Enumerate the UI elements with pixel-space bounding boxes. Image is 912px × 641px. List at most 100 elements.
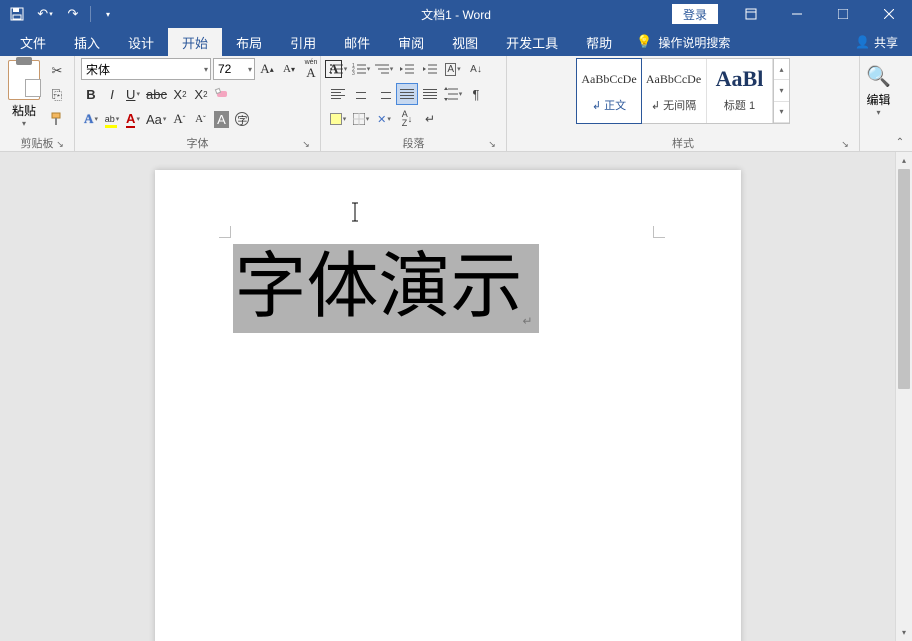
grow-font-button[interactable]: A▴: [257, 58, 277, 80]
tab-help[interactable]: 帮助: [572, 28, 626, 56]
scroll-up-button[interactable]: ▴: [896, 152, 912, 169]
paragraph-marks-button[interactable]: ↵: [419, 108, 441, 130]
margin-corner-tr: [653, 226, 665, 238]
collapse-ribbon-button[interactable]: ⌃: [892, 135, 908, 149]
style-name-normal: ↲ 正文: [577, 97, 641, 113]
sort-button[interactable]: A↓: [465, 58, 487, 80]
bold-button[interactable]: B: [81, 83, 101, 105]
copy-button[interactable]: ⎘: [46, 84, 68, 106]
redo-button[interactable]: ↷: [60, 2, 86, 26]
ribbon-display-button[interactable]: [728, 0, 774, 28]
tab-layout[interactable]: 布局: [222, 28, 276, 56]
font-name-combo[interactable]: 宋体▾: [81, 58, 211, 80]
snap-to-grid-button[interactable]: ✕▾: [373, 108, 395, 130]
minimize-button[interactable]: [774, 0, 820, 28]
shrink-font-a-button[interactable]: Aˇ: [190, 108, 210, 130]
find-button[interactable]: 🔍 编辑 ▾: [866, 58, 891, 117]
phonetic-guide-button[interactable]: wénA: [301, 58, 321, 80]
document-selected-text[interactable]: 字体演示↵: [233, 244, 539, 333]
group-paragraph: ▾ 123▾ ▾ A▾ A↓ ▾ ¶ ▾ ▾ ✕▾ AZ↓: [321, 56, 507, 152]
title-bar: ↶▾ ↷ ▾ 文档1 - Word 登录: [0, 0, 912, 28]
clear-formatting-button[interactable]: [212, 83, 232, 105]
paste-label: 粘贴: [6, 102, 42, 119]
font-color-button[interactable]: A▾: [123, 108, 143, 130]
asian-layout-button[interactable]: A▾: [442, 58, 464, 80]
align-left-button[interactable]: [327, 83, 349, 105]
align-center-button[interactable]: [350, 83, 372, 105]
maximize-button[interactable]: [820, 0, 866, 28]
style-nospacing[interactable]: AaBbCcDe ↲ 无间隔: [641, 59, 707, 123]
tab-review[interactable]: 审阅: [384, 28, 438, 56]
clipboard-launcher[interactable]: ↘: [54, 138, 66, 150]
tab-view[interactable]: 视图: [438, 28, 492, 56]
increase-indent-button[interactable]: [419, 58, 441, 80]
borders-button[interactable]: ▾: [350, 108, 372, 130]
align-justify-button[interactable]: [396, 83, 418, 105]
tab-developer[interactable]: 开发工具: [492, 28, 572, 56]
margin-corner-tl: [219, 226, 231, 238]
char-shading-button[interactable]: A: [211, 108, 231, 130]
share-button[interactable]: 👤 共享: [841, 28, 912, 56]
paragraph-launcher[interactable]: ↘: [486, 138, 498, 150]
numbering-button[interactable]: 123▾: [350, 58, 372, 80]
styles-scroll-up[interactable]: ▴: [774, 59, 789, 80]
tab-insert[interactable]: 插入: [60, 28, 114, 56]
shrink-font-button[interactable]: A▾: [279, 58, 299, 80]
font-launcher[interactable]: ↘: [300, 138, 312, 150]
styles-more-button[interactable]: ▾: [774, 102, 789, 123]
paste-button[interactable]: 粘贴 ▾: [6, 58, 42, 128]
tab-file[interactable]: 文件: [6, 28, 60, 56]
tab-home[interactable]: 开始: [168, 28, 222, 56]
align-right-button[interactable]: [373, 83, 395, 105]
login-button[interactable]: 登录: [672, 4, 718, 24]
style-normal[interactable]: AaBbCcDe ↲ 正文: [576, 58, 642, 124]
scroll-down-button[interactable]: ▾: [896, 624, 912, 641]
document-area[interactable]: 字体演示↵: [0, 152, 895, 641]
multilevel-list-button[interactable]: ▾: [373, 58, 395, 80]
char-border-button[interactable]: A: [323, 58, 344, 80]
tab-design[interactable]: 设计: [114, 28, 168, 56]
decrease-indent-button[interactable]: [396, 58, 418, 80]
font-group-label: 字体 ↘: [81, 133, 314, 152]
cut-button[interactable]: ✂: [46, 60, 68, 82]
change-case-button[interactable]: Aa▾: [144, 108, 168, 130]
superscript-button[interactable]: X2: [191, 83, 211, 105]
document-page[interactable]: 字体演示↵: [155, 170, 741, 641]
paste-dropdown-icon[interactable]: ▾: [6, 119, 42, 128]
clipboard-group-label: 剪贴板 ↘: [6, 133, 68, 152]
enclose-char-button[interactable]: 字: [232, 108, 252, 130]
vertical-scrollbar[interactable]: ▴ ▾: [895, 152, 912, 641]
font-size-combo[interactable]: 72▾: [213, 58, 255, 80]
styles-scroll-down[interactable]: ▾: [774, 80, 789, 101]
scroll-thumb[interactable]: [898, 169, 910, 389]
styles-launcher[interactable]: ↘: [839, 138, 851, 150]
format-painter-button[interactable]: [46, 108, 68, 130]
line-spacing-button[interactable]: ▾: [442, 83, 464, 105]
text-effects-button[interactable]: A▾: [81, 108, 101, 130]
highlight-button[interactable]: ab▾: [102, 108, 122, 130]
styles-gallery-scroll: ▴ ▾ ▾: [773, 59, 789, 123]
italic-button[interactable]: I: [102, 83, 122, 105]
save-button[interactable]: [4, 2, 30, 26]
search-icon: 🔍: [866, 64, 891, 89]
quick-access-toolbar: ↶▾ ↷ ▾: [0, 2, 121, 26]
paragraph-group-label: 段落 ↘: [327, 133, 500, 152]
distribute-button[interactable]: [419, 83, 441, 105]
tab-references[interactable]: 引用: [276, 28, 330, 56]
undo-button[interactable]: ↶▾: [32, 2, 58, 26]
close-button[interactable]: [866, 0, 912, 28]
shading-button[interactable]: ▾: [327, 108, 349, 130]
strikethrough-button[interactable]: abc: [144, 83, 169, 105]
subscript-button[interactable]: X2: [170, 83, 190, 105]
grow-font-a-button[interactable]: Aˆ: [169, 108, 189, 130]
style-heading1[interactable]: AaBl 标题 1: [707, 59, 773, 123]
underline-button[interactable]: U▾: [123, 83, 143, 105]
qat-customize-button[interactable]: ▾: [95, 2, 121, 26]
editing-dropdown-icon[interactable]: ▾: [866, 108, 891, 117]
show-marks-button[interactable]: ¶: [465, 83, 487, 105]
tab-mailings[interactable]: 邮件: [330, 28, 384, 56]
sort-az-button[interactable]: AZ↓: [396, 108, 418, 130]
tell-me-search[interactable]: 💡 操作说明搜索: [636, 28, 730, 56]
group-font: 宋体▾ 72▾ A▴ A▾ wénA A B I U▾ abc X2 X2 A▾…: [75, 56, 321, 152]
style-preview-normal: AaBbCcDe: [577, 65, 641, 93]
